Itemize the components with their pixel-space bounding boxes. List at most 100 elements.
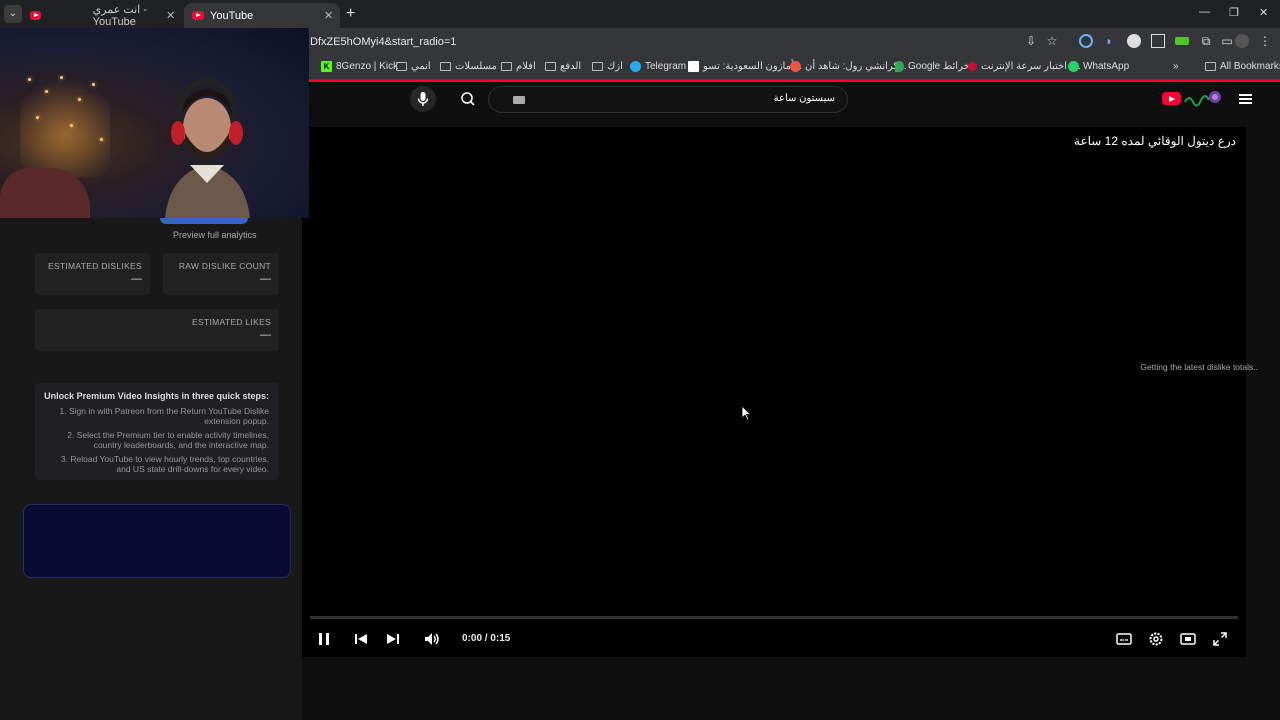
new-tab-icon[interactable]: + (346, 5, 355, 23)
stat-value: — (131, 273, 142, 285)
fullscreen-button[interactable] (1211, 630, 1229, 648)
search-input[interactable]: سيستون ساعة (488, 86, 848, 113)
analytics-button[interactable] (160, 218, 248, 224)
extension-list-icon[interactable]: ▭ (1220, 34, 1234, 48)
bookmark-amazon[interactable]: أمازون السعودية: تسو... (688, 61, 802, 72)
premium-title: Unlock Premium Video Insights in three q… (44, 391, 269, 401)
bookmark-folder-series[interactable]: مسلسلات (440, 61, 497, 72)
preview-analytics-link[interactable]: Preview full analytics (173, 230, 257, 240)
bookmark-folder-payment[interactable]: الدفع (545, 61, 581, 72)
minimize-icon[interactable]: — (1199, 6, 1210, 18)
folder-icon (396, 62, 407, 71)
theater-mode-button[interactable] (1179, 630, 1197, 648)
bookmark-kick[interactable]: K 8Genzo | Kick (321, 61, 398, 72)
stat-label: ESTIMATED DISLIKES (47, 261, 142, 271)
previous-button[interactable] (352, 630, 370, 648)
subtitles-button[interactable] (1115, 630, 1133, 648)
bookmark-label: Telegram (645, 61, 687, 72)
fairy-light (60, 76, 63, 79)
stat-value: — (260, 273, 271, 285)
fairy-light (78, 98, 81, 101)
fairy-light (92, 83, 95, 86)
bookmarks-overflow-icon[interactable]: » (1173, 61, 1179, 72)
stat-label: RAW DISLIKE COUNT (178, 261, 271, 271)
extension-audio-icon[interactable]: ◗ (1102, 34, 1116, 48)
bookmark-whatsapp[interactable]: WhatsApp (1068, 61, 1129, 72)
gear-icon (1149, 632, 1163, 646)
folder-icon (1205, 62, 1216, 71)
pause-icon (319, 633, 329, 645)
amazon-icon (688, 61, 699, 72)
search-query: سيستون ساعة (773, 93, 835, 104)
volume-icon (425, 633, 439, 645)
all-bookmarks-folder[interactable]: All Bookmarks (1205, 61, 1280, 72)
loading-note: Getting the latest dislike totals.. (1140, 362, 1258, 372)
extension-grid-icon[interactable] (1151, 34, 1165, 48)
bookmark-label: انمي (411, 61, 431, 72)
install-app-icon[interactable]: ⇩ (1024, 34, 1038, 48)
extension-battery-icon[interactable] (1175, 37, 1189, 45)
fairy-light (45, 90, 48, 93)
menu-icon[interactable] (1239, 94, 1252, 104)
bookmark-google-maps[interactable]: Google خرائط (895, 61, 970, 72)
bookmark-label: 8Genzo | Kick (336, 61, 399, 72)
next-icon (387, 634, 399, 644)
bookmark-label: اختبار سرعة الإنترنت |... (981, 61, 1081, 72)
tab-search-button[interactable]: ⌄ (4, 5, 22, 23)
previous-icon (355, 634, 367, 644)
youtube-logo-icon[interactable] (1162, 92, 1181, 105)
theater-icon (1180, 633, 1196, 645)
progress-bar[interactable] (310, 616, 1238, 619)
bookmark-star-icon[interactable]: ☆ (1045, 34, 1059, 48)
folder-icon (592, 62, 603, 71)
extension-round-icon[interactable] (1127, 34, 1141, 48)
bookmark-folder-azk[interactable]: ازك (592, 61, 623, 72)
promo-card[interactable] (23, 504, 291, 578)
webcam-overlay (0, 28, 309, 218)
bookmark-label: كرانشي رول: شاهد أن... (805, 61, 907, 72)
bookmark-telegram[interactable]: Telegram (630, 61, 686, 72)
tab-youtube[interactable]: YouTube ✕ (184, 3, 340, 28)
premium-step: 3. Reload YouTube to view hourly trends,… (60, 454, 269, 474)
microphone-icon (417, 92, 429, 106)
youtube-doodle-logo[interactable] (1183, 88, 1223, 108)
close-icon[interactable]: ✕ (324, 9, 333, 22)
extension-color-icon[interactable] (1079, 34, 1093, 48)
voice-search-button[interactable] (410, 86, 436, 112)
bookmark-label: Google خرائط (908, 61, 970, 72)
bookmark-folder-anime[interactable]: انمي (396, 61, 431, 72)
pause-button[interactable] (315, 630, 333, 648)
address-bar-url[interactable]: DfxZE5hOMyi4&start_radio=1 (310, 36, 456, 48)
subtitles-icon (1116, 633, 1132, 645)
bookmark-speedtest[interactable]: اختبار سرعة الإنترنت |... (968, 61, 1081, 72)
restore-icon[interactable]: ❐ (1229, 6, 1239, 19)
extensions-puzzle-icon[interactable]: ⧉ (1199, 34, 1213, 48)
warm-lights-glow (20, 68, 110, 178)
bookmark-label: أمازون السعودية: تسو... (703, 61, 802, 72)
bookmark-label: الدفع (560, 61, 582, 72)
premium-step: 2. Select the Premium tier to enable act… (67, 430, 269, 450)
video-player[interactable] (302, 127, 1246, 657)
bookmark-label: مسلسلات (455, 61, 497, 72)
video-title: درع ديتول الوقائي لمده 12 ساعة (1074, 134, 1236, 148)
next-button[interactable] (384, 630, 402, 648)
keyboard-icon[interactable] (513, 96, 525, 104)
search-button[interactable] (452, 85, 484, 113)
fairy-light (70, 124, 73, 127)
bookmark-crunchyroll[interactable]: كرانشي رول: شاهد أن... (790, 61, 907, 72)
browser-menu-icon[interactable]: ⋮ (1258, 34, 1272, 48)
estimated-likes-card: ESTIMATED LIKES — (35, 309, 279, 351)
fairy-light (28, 78, 31, 81)
tab-anta-omri[interactable]: انت عمري - YouTube ✕ (30, 3, 182, 28)
mute-button[interactable] (423, 630, 441, 648)
close-window-icon[interactable]: ✕ (1259, 6, 1268, 19)
settings-button[interactable] (1147, 630, 1165, 648)
streamer-figure (165, 77, 250, 218)
bookmark-folder-movies[interactable]: افلام (501, 61, 536, 72)
close-icon[interactable]: ✕ (166, 9, 175, 22)
folder-icon (440, 62, 451, 71)
tab-label: YouTube (210, 9, 254, 22)
raw-dislike-card: RAW DISLIKE COUNT — (163, 253, 279, 295)
profile-avatar[interactable] (1235, 34, 1249, 48)
whatsapp-icon (1068, 61, 1079, 72)
